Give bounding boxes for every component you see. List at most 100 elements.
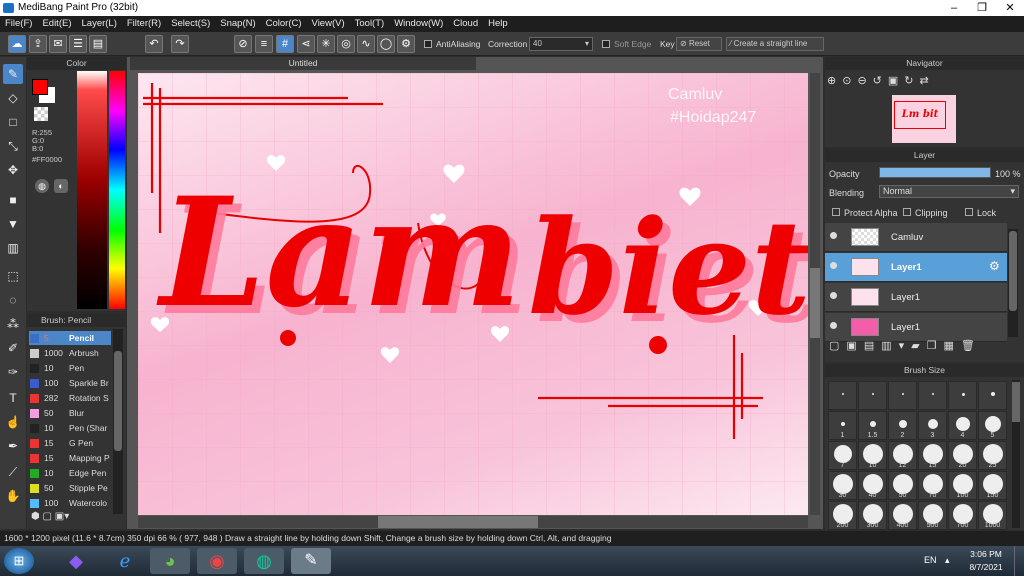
select-pen-icon[interactable]: ✐: [3, 338, 23, 358]
document-tab[interactable]: Untitled: [130, 57, 476, 70]
brush-size-cell[interactable]: [888, 381, 917, 410]
brush-size-cell[interactable]: 2: [888, 411, 917, 440]
lasso-icon[interactable]: ◌: [3, 290, 23, 310]
ellipse-snap-icon[interactable]: ◯: [377, 35, 395, 53]
brush-size-cell[interactable]: 300: [858, 501, 887, 530]
chrome-icon[interactable]: ◉: [197, 548, 237, 574]
brush-item[interactable]: 282 Rotation S: [29, 391, 111, 405]
minimize-button[interactable]: –: [940, 0, 968, 16]
brush-size-cell[interactable]: 40: [858, 471, 887, 500]
text-icon[interactable]: T: [3, 388, 23, 408]
perspective-snap-icon[interactable]: ⋖: [297, 35, 315, 53]
grid-snap-icon[interactable]: #: [276, 35, 294, 53]
layer-visibility-icon[interactable]: [830, 262, 837, 269]
divide-icon[interactable]: ⟋: [3, 462, 23, 482]
brush-size-cell[interactable]: 5: [978, 411, 1007, 440]
clock[interactable]: 3:06 PM 8/7/2021: [966, 548, 1006, 574]
brush-size-cell[interactable]: [858, 381, 887, 410]
merge-layer-icon[interactable]: ▦: [943, 340, 960, 352]
brush-item[interactable]: 10 Edge Pen: [29, 466, 111, 480]
brush-item[interactable]: 100 Sparkle Br: [29, 376, 111, 390]
reset-button[interactable]: ⊘ Reset: [676, 37, 722, 51]
menu-window[interactable]: Window(W): [389, 16, 448, 32]
color-set-icon[interactable]: ◐: [54, 179, 68, 193]
menu-edit[interactable]: Edit(E): [37, 16, 76, 32]
rotate-left-icon[interactable]: ↺: [873, 75, 888, 87]
layer-row[interactable]: Layer1: [825, 313, 1007, 342]
drawing-canvas[interactable]: Lam Lam biet biet Camluv #Hoidap247: [138, 73, 808, 515]
new-halftone-layer-icon[interactable]: ▣: [846, 340, 863, 352]
curve-snap-icon[interactable]: ∿: [357, 35, 375, 53]
circle-snap-icon[interactable]: ◎: [337, 35, 355, 53]
blending-select[interactable]: Normal ▾: [879, 185, 1019, 198]
folder-icon[interactable]: ▰: [911, 340, 926, 352]
comment-icon[interactable]: ✉: [49, 35, 67, 53]
brush-size-cell[interactable]: 500: [918, 501, 947, 530]
brush-size-cell[interactable]: 200: [828, 501, 857, 530]
new-brush-icon[interactable]: ▢: [43, 511, 52, 522]
opacity-slider[interactable]: [879, 167, 991, 178]
medibang-taskbar-icon[interactable]: ✎: [291, 548, 331, 574]
correction-select[interactable]: 40 ▾: [529, 37, 593, 51]
no-snap-icon[interactable]: ⊘: [234, 35, 252, 53]
brush-item[interactable]: 10 Pen: [29, 361, 111, 375]
color-brightness-bar[interactable]: [77, 71, 107, 309]
fill-rect-icon[interactable]: ■: [3, 190, 23, 210]
brush-size-cell[interactable]: 12: [888, 441, 917, 470]
new-layer-icon[interactable]: ▢: [829, 340, 846, 352]
brush-item[interactable]: 10 Pen (Shar: [29, 421, 111, 435]
brush-size-cell[interactable]: 30: [828, 471, 857, 500]
share-icon[interactable]: ⇪: [29, 35, 47, 53]
layer-settings-icon[interactable]: ⚙: [989, 259, 1000, 273]
delete-layer-icon[interactable]: 🗑: [961, 340, 982, 352]
parallel-snap-icon[interactable]: ≡: [255, 35, 273, 53]
flip-icon[interactable]: ⇄: [920, 75, 935, 87]
brush-size-cell[interactable]: [948, 381, 977, 410]
brush-size-scrollbar[interactable]: [1012, 380, 1020, 528]
eyedropper-icon[interactable]: ✒: [3, 436, 23, 456]
hue-bar[interactable]: [109, 71, 125, 309]
layer-row[interactable]: Camluv: [825, 223, 1007, 252]
zoom-icon[interactable]: ⊙: [842, 75, 857, 87]
new-1bit-layer-icon[interactable]: ▤: [864, 340, 881, 352]
redo-button[interactable]: ↷: [171, 35, 189, 53]
duplicate-layer-icon[interactable]: ❐: [927, 340, 944, 352]
show-desktop-button[interactable]: [1014, 546, 1024, 576]
brush-size-cell[interactable]: 20: [948, 441, 977, 470]
layer-visibility-icon[interactable]: [830, 232, 837, 239]
rotate-right-icon[interactable]: ↻: [904, 75, 919, 87]
brush-size-cell[interactable]: [828, 381, 857, 410]
select-eraser-icon[interactable]: ✑: [3, 362, 23, 382]
lock-checkbox[interactable]: [965, 208, 973, 216]
brush-size-cell[interactable]: 400: [888, 501, 917, 530]
eraser-icon[interactable]: ◇: [3, 88, 23, 108]
menu-file[interactable]: File(F): [0, 16, 37, 32]
cloud-icon[interactable]: ☁: [8, 35, 26, 53]
menu-select[interactable]: Select(S): [166, 16, 215, 32]
settings-icon[interactable]: ⚙: [397, 35, 415, 53]
add-brush-icon[interactable]: ⬢: [31, 511, 40, 522]
palette-icon[interactable]: ◍: [35, 179, 49, 193]
gradient-icon[interactable]: ▥: [3, 238, 23, 258]
menu-layer[interactable]: Layer(L): [77, 16, 122, 32]
move-icon[interactable]: ✥: [3, 160, 23, 180]
brush-item[interactable]: 15 Mapping P: [29, 451, 111, 465]
language-indicator[interactable]: EN: [924, 555, 937, 565]
foreground-color-swatch[interactable]: [32, 79, 48, 95]
magic-wand-icon[interactable]: ⁂: [3, 314, 23, 334]
brush-size-cell[interactable]: 7: [828, 441, 857, 470]
navigator-thumbnail[interactable]: Lm bit: [892, 95, 956, 143]
undo-button[interactable]: ↶: [145, 35, 163, 53]
tray-arrow-icon[interactable]: ▴: [945, 555, 950, 566]
fit-icon[interactable]: ▣: [888, 75, 904, 87]
brush-scrollbar[interactable]: [113, 329, 123, 514]
transparent-swatch[interactable]: [34, 107, 48, 121]
straight-line-button[interactable]: ⁄ Create a straight line: [726, 37, 824, 51]
menu-filter[interactable]: Filter(R): [122, 16, 166, 32]
brush-size-cell[interactable]: 3: [918, 411, 947, 440]
brush-size-cell[interactable]: 15: [918, 441, 947, 470]
brush-icon[interactable]: ✎: [3, 64, 23, 84]
brush-size-cell[interactable]: 700: [948, 501, 977, 530]
menu-tool[interactable]: Tool(T): [350, 16, 390, 32]
start-button[interactable]: ⊞: [4, 548, 34, 574]
